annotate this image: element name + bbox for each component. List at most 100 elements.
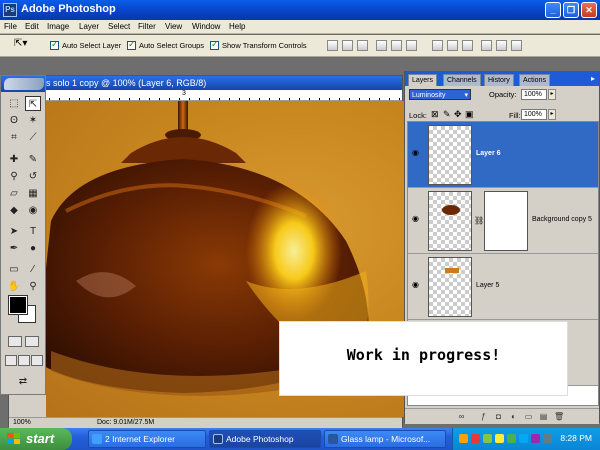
tray-app-icon[interactable] xyxy=(483,434,492,443)
lasso-tool-icon[interactable]: ʘ xyxy=(6,113,22,128)
toolbox-header[interactable] xyxy=(1,76,45,92)
layer-style-icon[interactable]: ƒ xyxy=(479,412,488,421)
close-button[interactable]: ✕ xyxy=(581,2,597,18)
dodge-tool-icon[interactable]: ◉ xyxy=(25,203,41,218)
align-bottom-icon[interactable] xyxy=(357,40,368,51)
layer-mask-thumbnail[interactable] xyxy=(484,191,528,251)
tray-app-icon[interactable] xyxy=(471,434,480,443)
tab-actions[interactable]: Actions xyxy=(519,74,550,86)
menu-edit[interactable]: Edit xyxy=(25,22,39,31)
marquee-tool-icon[interactable]: ⬚ xyxy=(6,96,22,111)
menu-layer[interactable]: Layer xyxy=(79,22,99,31)
foreground-color-swatch[interactable] xyxy=(8,295,28,315)
zoom-level[interactable]: 100% xyxy=(13,419,31,426)
clock[interactable]: 8:28 PM xyxy=(560,433,592,443)
slice-tool-icon[interactable]: ⟋ xyxy=(25,130,41,145)
notes-tool-icon[interactable]: ▭ xyxy=(6,262,22,277)
taskbar-internet-explorer[interactable]: 2 Internet Explorer xyxy=(88,430,206,448)
delete-layer-icon[interactable]: 🗑 xyxy=(554,412,564,421)
tray-app-icon[interactable] xyxy=(495,434,504,443)
auto-select-layer-checkbox[interactable] xyxy=(50,39,59,50)
layer-row-layer-5[interactable]: ◉ Layer 5 xyxy=(408,254,598,320)
eyedropper-tool-icon[interactable]: ⁄ xyxy=(25,262,41,277)
standard-mode-icon[interactable] xyxy=(8,336,22,347)
align-hcenter-icon[interactable] xyxy=(391,40,402,51)
crop-tool-icon[interactable]: ⌗ xyxy=(6,130,22,145)
lock-transparency-icon[interactable]: ⊠ xyxy=(431,109,439,120)
screen-mode-standard-icon[interactable] xyxy=(5,355,17,366)
layer-row-background-copy-5[interactable]: ◉ ⛓ Background copy 5 xyxy=(408,188,598,254)
show-transform-controls-checkbox[interactable] xyxy=(210,39,219,50)
distribute-bottom-icon[interactable] xyxy=(462,40,473,51)
path-selection-tool-icon[interactable]: ➤ xyxy=(6,224,22,239)
distribute-right-icon[interactable] xyxy=(511,40,522,51)
app-title-bar[interactable]: Ps Adobe Photoshop _ ❐ ✕ xyxy=(0,0,600,20)
menu-image[interactable]: Image xyxy=(47,22,69,31)
add-mask-icon[interactable]: ◘ xyxy=(494,412,503,421)
volume-icon[interactable] xyxy=(531,434,540,443)
eraser-tool-icon[interactable]: ▱ xyxy=(6,186,22,201)
align-top-icon[interactable] xyxy=(327,40,338,51)
zoom-tool-icon[interactable]: ⚲ xyxy=(25,279,41,294)
history-brush-tool-icon[interactable]: ↺ xyxy=(25,169,41,184)
quick-mask-mode-icon[interactable] xyxy=(25,336,39,347)
opacity-field[interactable]: 100% xyxy=(521,89,547,100)
restore-button[interactable]: ❐ xyxy=(563,2,579,18)
fill-field[interactable]: 100% xyxy=(521,109,547,120)
clone-stamp-tool-icon[interactable]: ⚲ xyxy=(6,169,22,184)
taskbar-adobe-photoshop[interactable]: Adobe Photoshop xyxy=(209,430,321,448)
menu-view[interactable]: View xyxy=(165,22,182,31)
auto-select-groups-checkbox[interactable] xyxy=(127,39,136,50)
screen-mode-full-menu-icon[interactable] xyxy=(18,355,30,366)
eye-icon[interactable]: ◉ xyxy=(412,215,422,223)
gradient-tool-icon[interactable]: ▦ xyxy=(25,186,41,201)
tab-channels[interactable]: Channels xyxy=(443,74,481,86)
network-icon[interactable] xyxy=(543,434,552,443)
distribute-hcenter-icon[interactable] xyxy=(496,40,507,51)
distribute-left-icon[interactable] xyxy=(481,40,492,51)
eye-icon[interactable]: ◉ xyxy=(412,149,422,157)
start-button[interactable]: start xyxy=(0,428,72,450)
distribute-top-icon[interactable] xyxy=(432,40,443,51)
healing-brush-tool-icon[interactable]: ✚ xyxy=(6,152,22,167)
panel-menu-icon[interactable]: ▸ xyxy=(591,74,595,83)
tab-history[interactable]: History xyxy=(484,74,514,86)
menu-file[interactable]: File xyxy=(4,22,17,31)
tray-app-icon[interactable] xyxy=(459,434,468,443)
menu-help[interactable]: Help xyxy=(229,22,245,31)
new-layer-icon[interactable]: ▤ xyxy=(539,412,548,421)
align-vcenter-icon[interactable] xyxy=(342,40,353,51)
new-group-icon[interactable]: ▭ xyxy=(524,412,533,421)
screen-mode-full-icon[interactable] xyxy=(31,355,43,366)
type-tool-icon[interactable]: T xyxy=(25,224,41,239)
move-tool-preset-icon[interactable]: ⇱▾ xyxy=(14,38,27,49)
blend-mode-select[interactable]: Luminosity ▾ xyxy=(409,89,471,100)
minimize-button[interactable]: _ xyxy=(545,2,561,18)
taskbar-word-document[interactable]: Glass lamp - Microsof... xyxy=(324,430,446,448)
adjustment-layer-icon[interactable]: ◐ xyxy=(509,412,518,421)
eye-icon[interactable]: ◉ xyxy=(412,281,422,289)
hand-tool-icon[interactable]: ✋ xyxy=(6,279,22,294)
menu-select[interactable]: Select xyxy=(108,22,130,31)
move-tool-icon[interactable]: ⇱ xyxy=(25,96,41,111)
magic-wand-tool-icon[interactable]: ✶ xyxy=(25,113,41,128)
link-layers-icon[interactable]: ∞ xyxy=(457,412,466,421)
tray-app-icon[interactable] xyxy=(519,434,528,443)
align-left-icon[interactable] xyxy=(376,40,387,51)
blur-tool-icon[interactable]: ◆ xyxy=(6,203,22,218)
opacity-slider-button[interactable]: ▸ xyxy=(548,89,556,100)
align-right-icon[interactable] xyxy=(406,40,417,51)
pen-tool-icon[interactable]: ✒ xyxy=(6,241,22,256)
jump-to-imageready-icon[interactable]: ⇄ xyxy=(15,374,31,389)
fill-slider-button[interactable]: ▸ xyxy=(548,109,556,120)
tray-app-icon[interactable] xyxy=(507,434,516,443)
lock-position-icon[interactable]: ✥ xyxy=(454,109,462,120)
layer-row-layer-6[interactable]: ◉ Layer 6 xyxy=(408,122,598,188)
menu-window[interactable]: Window xyxy=(192,22,220,31)
horizontal-ruler[interactable]: 3 xyxy=(9,90,402,101)
distribute-vcenter-icon[interactable] xyxy=(447,40,458,51)
document-title[interactable]: s solo 1 copy @ 100% (Layer 6, RGB/8) xyxy=(9,76,402,90)
lock-pixels-icon[interactable]: ✎ xyxy=(443,109,451,120)
lock-all-icon[interactable]: ▣ xyxy=(465,109,474,120)
menu-filter[interactable]: Filter xyxy=(138,22,156,31)
